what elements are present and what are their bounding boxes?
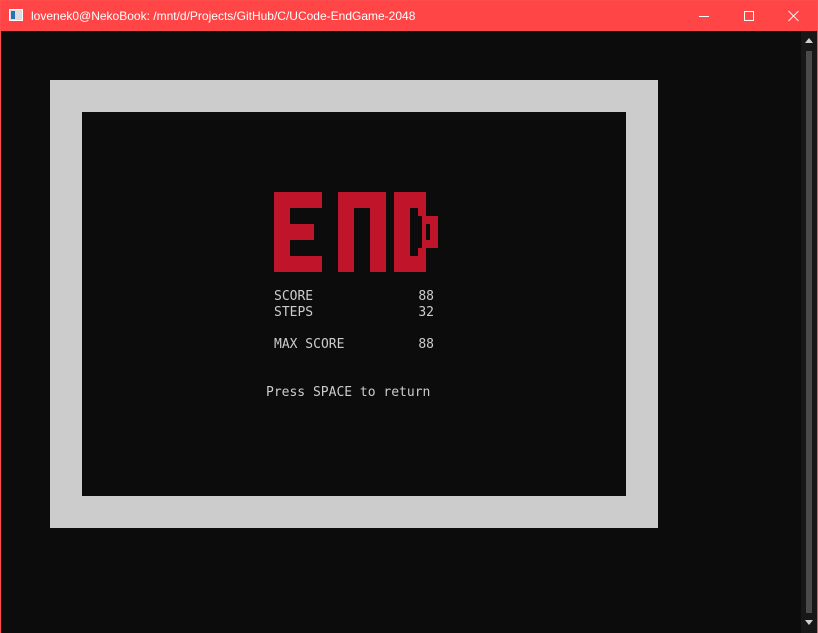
score-label: SCORE [274,289,314,304]
minimize-button[interactable] [681,1,727,31]
close-button[interactable] [771,1,817,31]
steps-value: 32 [418,305,434,320]
scroll-up-arrow-icon[interactable] [805,38,813,43]
scroll-down-arrow-icon[interactable] [805,620,813,625]
maximize-button[interactable] [726,1,772,31]
end-logo-glyphs [274,192,438,272]
return-prompt: Press SPACE to return [266,385,431,400]
steps-label: STEPS [274,305,314,320]
game-over-panel [82,112,626,496]
close-icon [788,10,800,22]
max-score-value: 88 [418,337,434,352]
scrollbar-thumb[interactable] [806,51,812,613]
max-score-label: MAX SCORE [274,337,345,352]
terminal-window: lovenek0@NekoBook: /mnt/d/Projects/GitHu… [0,0,818,633]
maximize-icon [744,11,754,21]
minimize-icon [699,15,709,17]
terminal-app-icon[interactable] [9,9,23,21]
title-bar[interactable]: lovenek0@NekoBook: /mnt/d/Projects/GitHu… [1,1,817,31]
end-logo [274,192,438,272]
score-value: 88 [418,289,434,304]
vertical-scrollbar[interactable] [801,31,817,633]
window-title: lovenek0@NekoBook: /mnt/d/Projects/GitHu… [31,9,416,23]
